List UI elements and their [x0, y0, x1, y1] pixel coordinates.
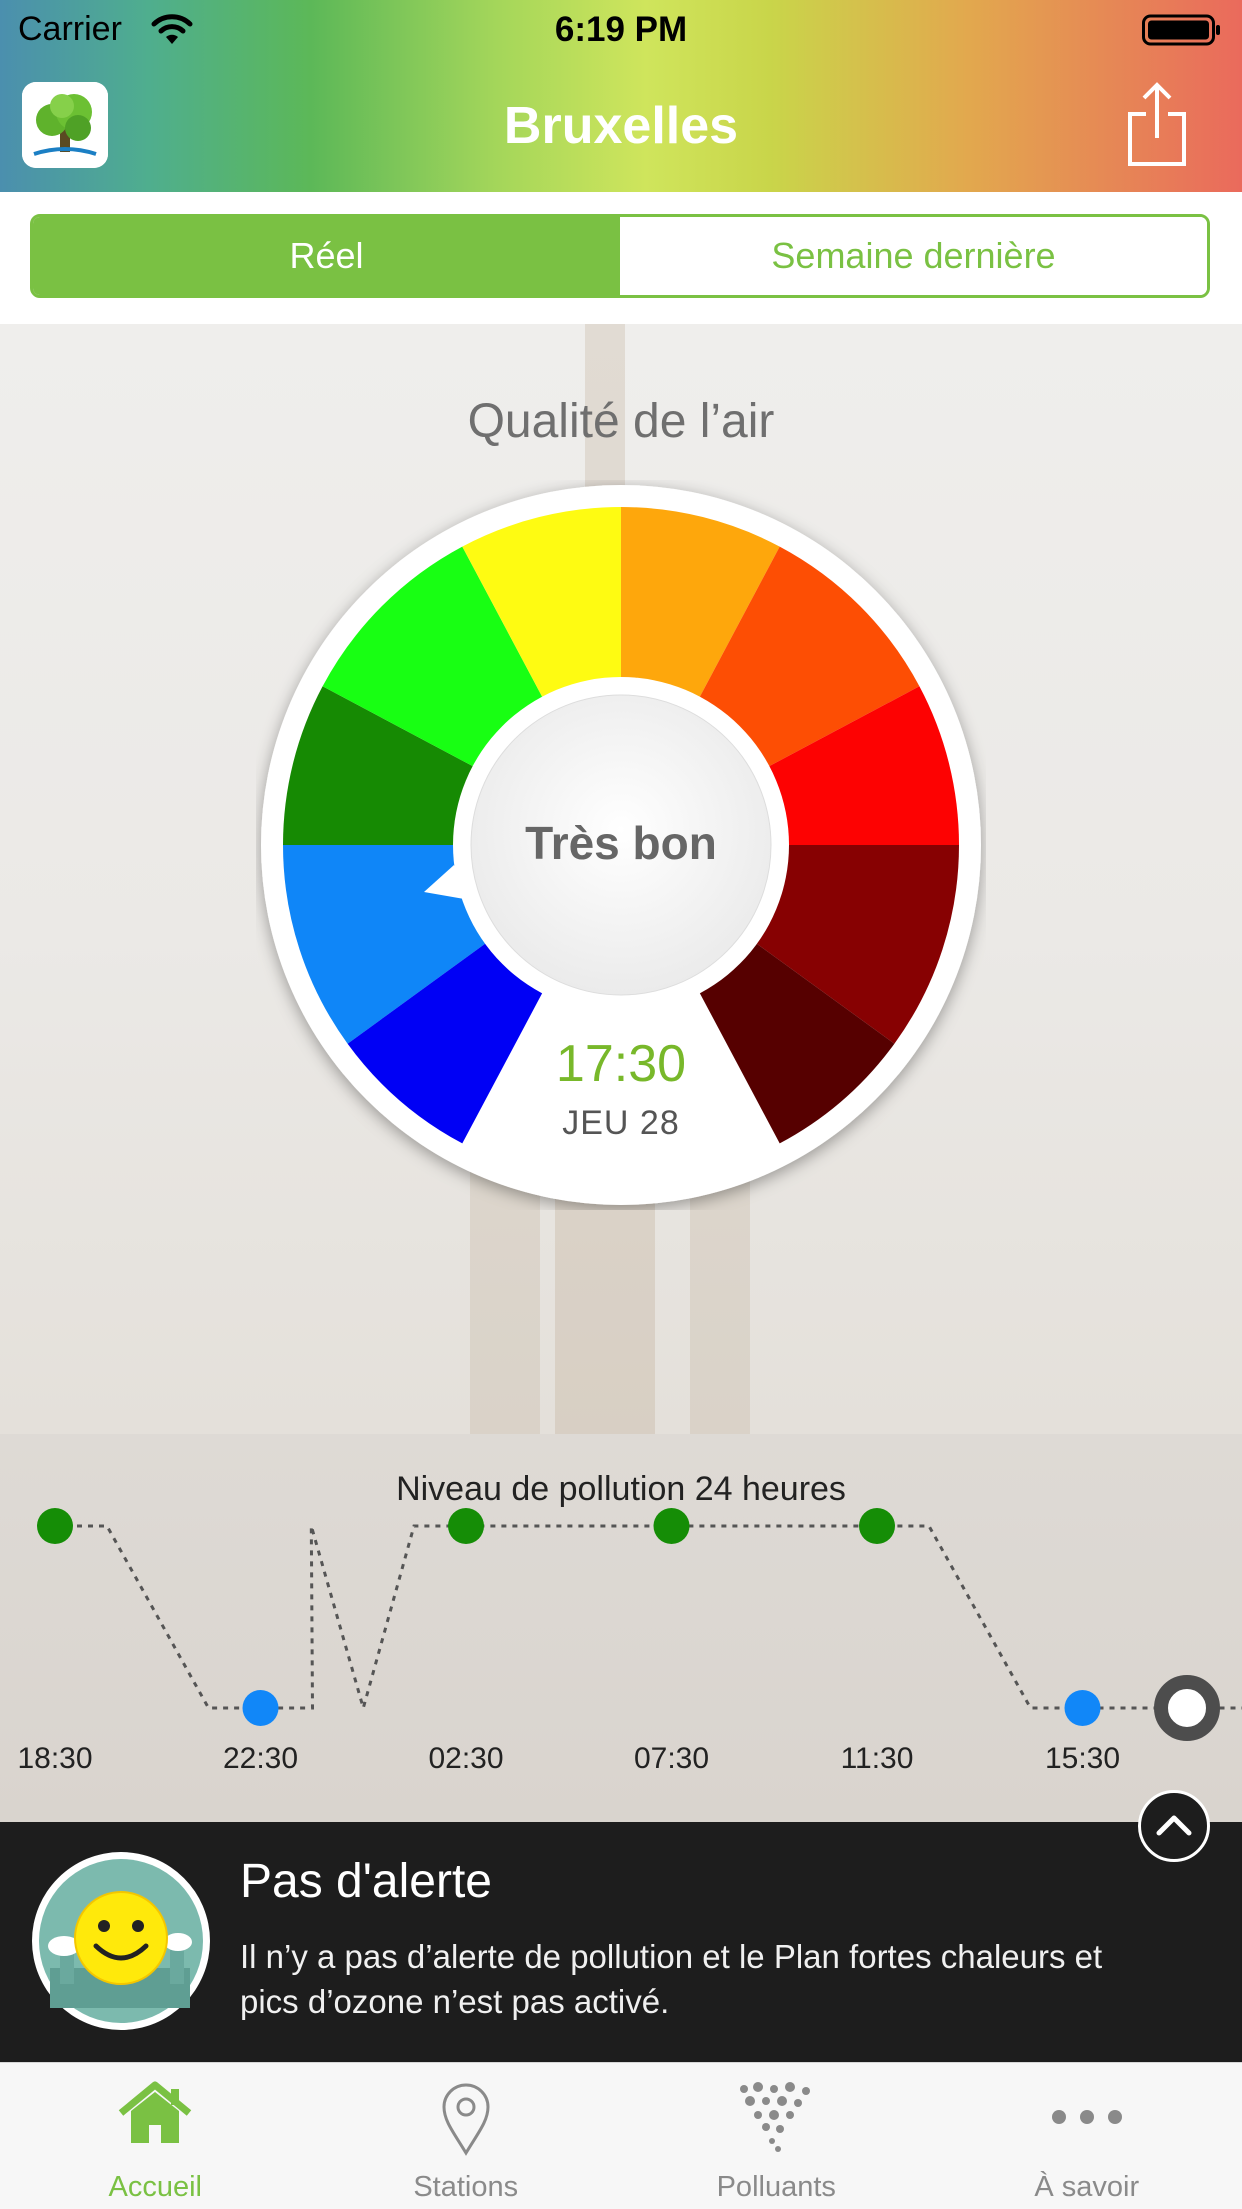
tab-label-polluants: Polluants	[621, 2171, 932, 2204]
x-tick-label: 11:30	[841, 1742, 914, 1775]
page-title: Bruxelles	[0, 96, 1242, 156]
tab-label-stations: Stations	[311, 2171, 622, 2204]
nav-header: Carrier 6:19 PM Bruxelles	[0, 0, 1242, 192]
x-tick-label: 15:30	[1045, 1742, 1120, 1775]
segment-real-time[interactable]: Réel	[33, 217, 620, 295]
tab-bar: Accueil Stations Polluants À savoir	[0, 2062, 1242, 2209]
data-point-2230[interactable]	[243, 1690, 279, 1726]
particles-icon	[734, 2079, 818, 2155]
chevron-up-icon	[1141, 1793, 1207, 1859]
current-time-marker[interactable]	[1161, 1682, 1213, 1734]
tab-polluants[interactable]: Polluants	[621, 2063, 932, 2209]
x-tick-label: 07:30	[634, 1742, 709, 1775]
status-time: 6:19 PM	[0, 10, 1242, 50]
x-tick-label: 02:30	[428, 1742, 503, 1775]
status-bar: Carrier 6:19 PM	[0, 0, 1242, 62]
collapse-alert-button[interactable]	[1138, 1790, 1210, 1862]
x-tick-label: 22:30	[223, 1742, 298, 1775]
tab-accueil[interactable]: Accueil	[0, 2063, 311, 2209]
measurement-time: 17:30	[0, 1034, 1242, 1094]
alert-description: Il n’y a pas d’alerte de pollution et le…	[240, 1934, 1140, 2024]
section-title: Qualité de l’air	[0, 394, 1242, 449]
measurement-day: JEU 28	[0, 1104, 1242, 1143]
data-point-1130[interactable]	[859, 1508, 895, 1544]
home-icon	[115, 2079, 195, 2149]
quality-label: Très bon	[0, 816, 1242, 870]
alert-title: Pas d'alerte	[240, 1854, 492, 1909]
segment-wrapper: Réel Semaine dernière	[0, 192, 1242, 324]
chart-canvas: 18:30 22:30 02:30 07:30 11:30 15:30	[0, 1434, 1242, 1822]
battery-icon	[1142, 14, 1222, 48]
tab-label-a-savoir: À savoir	[932, 2171, 1242, 2204]
data-point-1830[interactable]	[37, 1508, 73, 1544]
alert-panel: Pas d'alerte Il n’y a pas d’alerte de po…	[0, 1822, 1242, 2062]
pollution-chart: Niveau de pollution 24 heures 18:3022:30…	[0, 1434, 1242, 1822]
segment-last-week[interactable]: Semaine dernière	[620, 217, 1207, 295]
data-point-0730[interactable]	[654, 1508, 690, 1544]
share-icon[interactable]	[1124, 80, 1190, 170]
air-quality-section: Qualité de l’air Très bon 17:30 JEU 28	[0, 324, 1242, 1434]
map-pin-icon	[436, 2079, 496, 2159]
x-tick-label: 18:30	[17, 1742, 92, 1775]
smiley-weather-icon	[30, 1850, 212, 2032]
data-point-0230[interactable]	[448, 1508, 484, 1544]
more-dots-icon	[1045, 2079, 1129, 2149]
data-point-1530[interactable]	[1065, 1690, 1101, 1726]
tab-stations[interactable]: Stations	[311, 2063, 622, 2209]
pollution-series-line	[55, 1526, 1242, 1708]
period-segmented-control: Réel Semaine dernière	[30, 214, 1210, 298]
tab-a-savoir[interactable]: À savoir	[932, 2063, 1242, 2209]
tab-label-accueil: Accueil	[0, 2171, 311, 2204]
